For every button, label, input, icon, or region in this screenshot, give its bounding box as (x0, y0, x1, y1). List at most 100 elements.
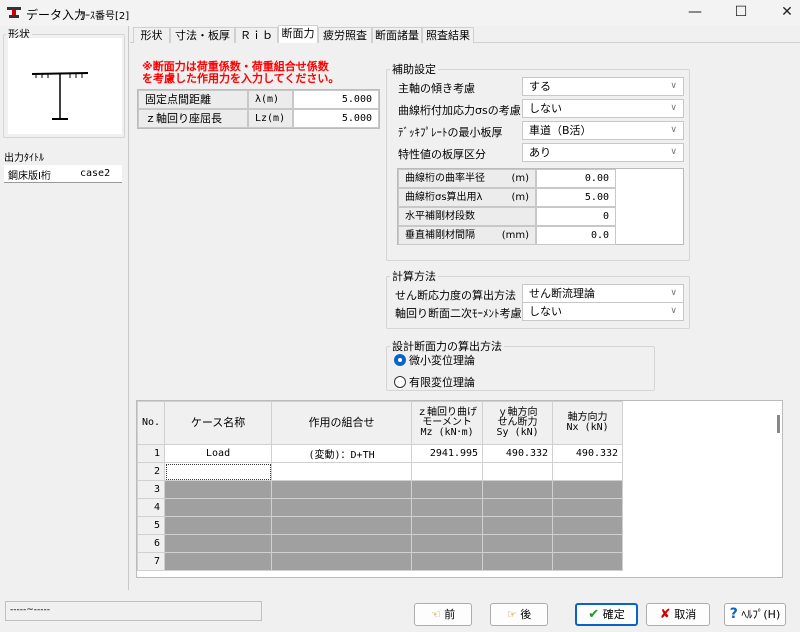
main-axis-tilt-select[interactable]: する ∨ (522, 77, 684, 96)
calc-label: 軸回り断面二次ﾓｰﾒﾝﾄ考慮 (395, 307, 522, 320)
force-grid: No. ケース名称 作用の組合せ ｚ軸回り曲げ モーメント Mz (kN･m) ｙ軸… (136, 400, 783, 578)
sy-cell[interactable] (482, 462, 554, 481)
fixed-point-distance-input[interactable]: 5.000 (293, 90, 379, 109)
table-row: 1 Load (変動)：D+TH 2941.995 490.332 490.33… (137, 444, 624, 463)
buckling-row: 固定点間距離 λ(m) 5.000 (138, 90, 379, 109)
case-name-cell[interactable]: Load (164, 444, 273, 463)
shape-preview (8, 38, 122, 134)
calc-method-title: 計算方法 (390, 268, 438, 284)
chevron-down-icon: ∨ (670, 306, 677, 316)
table-row: 2 (137, 462, 624, 481)
help-button[interactable]: ? ﾍﾙﾌﾟ(H) (724, 603, 786, 626)
next-button[interactable]: ☞ 後 (490, 603, 548, 626)
aux-settings-title: 補助設定 (390, 61, 438, 77)
radio-unchecked-icon (394, 376, 406, 388)
radio-finite-displacement[interactable]: 有限変位理論 (394, 374, 475, 390)
aux-label: ﾃﾞｯｷﾌﾟﾚｰﾄの最小板厚 (398, 126, 503, 139)
select-value: する (529, 80, 551, 93)
aux-grid: 曲線桁の曲率半径 (m) 0.00 曲線桁σs算出用λ (m) 5.00 水平補剛材段数… (397, 168, 684, 245)
output-title-label: 出力ﾀｲﾄﾙ (4, 153, 44, 164)
select-value: 車道（B活） (529, 124, 592, 137)
header-combination: 作用の組合せ (271, 401, 413, 445)
table-row: 6 (137, 534, 624, 553)
warning-note: ※断面力は荷重係数・荷重組合せ係数 を考慮した作用力を入力してください。 (142, 61, 339, 85)
buckling-row: ｚ軸回り座屈長 Lz(m) 5.000 (138, 109, 379, 128)
second-moment-select[interactable]: しない ∨ (522, 302, 684, 321)
table-row: 4 (137, 498, 624, 517)
curved-stress-select[interactable]: しない ∨ (522, 99, 684, 118)
check-icon: ✔ (588, 607, 600, 622)
girder-shape-icon (31, 72, 89, 120)
status-field: -----~----- (5, 601, 262, 621)
close-button[interactable]: ✕ (764, 0, 800, 26)
case-name-cell[interactable] (164, 462, 273, 481)
chevron-down-icon: ∨ (670, 147, 677, 157)
combination-cell[interactable] (271, 462, 413, 481)
cancel-button[interactable]: ✘ 取消 (646, 603, 710, 626)
tab-section-force[interactable]: 断面力 (278, 25, 318, 43)
nx-cell[interactable] (552, 462, 624, 481)
header-sy: ｙ軸方向 せん断力 Sy (kN) (482, 401, 554, 445)
header-mz: ｚ軸回り曲げ モーメント Mz (kN･m) (411, 401, 484, 445)
sigma-lambda-input[interactable]: 5.00 (536, 188, 616, 207)
tab-shape[interactable]: 形状 (133, 27, 170, 43)
hand-left-icon: ☜ (430, 608, 441, 621)
chevron-down-icon: ∨ (670, 103, 677, 113)
buckling-length-input[interactable]: 5.000 (293, 109, 379, 128)
tab-dimensions[interactable]: 寸法・板厚 (170, 27, 235, 43)
maximize-button[interactable]: ☐ (718, 0, 764, 26)
prev-button[interactable]: ☜ 前 (414, 603, 472, 626)
radio-checked-icon (394, 354, 406, 366)
app-icon (6, 5, 22, 19)
tab-results[interactable]: 照査結果 (422, 27, 474, 43)
select-value: せん断流理論 (529, 287, 595, 300)
grid-header: No. ケース名称 作用の組合せ ｚ軸回り曲げ モーメント Mz (kN･m) ｙ軸… (137, 401, 624, 445)
mz-cell[interactable] (411, 462, 484, 481)
ok-button[interactable]: ✔ 確定 (575, 603, 638, 626)
question-icon: ? (729, 606, 738, 622)
buckling-table: 固定点間距離 λ(m) 5.000 ｚ軸回り座屈長 Lz(m) 5.000 (137, 89, 380, 129)
aux-grid-rows: 曲線桁の曲率半径 (m) 0.00 曲線桁σs算出用λ (m) 5.00 水平補剛材段数… (398, 169, 616, 245)
aux-label: 曲線桁付加応力σsの考慮 (398, 104, 521, 117)
tab-section-properties[interactable]: 断面諸量 (372, 27, 422, 43)
radio-label: 有限変位理論 (409, 376, 475, 389)
aux-label: 主軸の傾き考慮 (398, 82, 475, 95)
combination-cell[interactable]: (変動)：D+TH (271, 444, 413, 463)
chevron-down-icon: ∨ (670, 81, 677, 91)
mz-cell[interactable]: 2941.995 (411, 444, 484, 463)
radio-small-displacement[interactable]: 微小変位理論 (394, 352, 475, 368)
deck-plate-thickness-select[interactable]: 車道（B活） ∨ (522, 121, 684, 140)
table-row: 3 (137, 480, 624, 499)
left-panel: 形状 出力ﾀｲﾄﾙ 鋼床版I桁 case2 (0, 26, 129, 590)
aux-grid-row: 曲線桁の曲率半径 (m) 0.00 (398, 169, 616, 188)
nx-cell[interactable]: 490.332 (552, 444, 624, 463)
aux-label: 特性値の板厚区分 (398, 148, 486, 161)
shear-method-select[interactable]: せん断流理論 ∨ (522, 284, 684, 303)
vertical-stiffener-spacing-input[interactable]: 0.0 (536, 226, 616, 245)
chevron-down-icon: ∨ (670, 125, 677, 135)
output-title-field[interactable]: 鋼床版I桁 case2 (4, 165, 122, 183)
minimize-button[interactable]: — (672, 0, 718, 26)
chevron-down-icon: ∨ (670, 288, 677, 298)
curvature-radius-input[interactable]: 0.00 (536, 169, 616, 188)
calc-label: せん断応力度の算出方法 (395, 289, 516, 302)
tab-fatigue[interactable]: 疲労照査 (318, 27, 372, 43)
header-nx: 軸方向力 Nx (kN) (552, 401, 624, 445)
tab-rib[interactable]: Ｒｉｂ (235, 27, 278, 43)
header-case-name: ケース名称 (164, 401, 273, 445)
table-row: 5 (137, 516, 624, 535)
hand-right-icon: ☞ (506, 608, 517, 621)
select-value: しない (529, 305, 562, 318)
thickness-class-select[interactable]: あり ∨ (522, 143, 684, 162)
table-row: 7 (137, 552, 624, 571)
aux-grid-row: 水平補剛材段数 0 (398, 207, 616, 226)
window-title: データ入力 (26, 8, 87, 22)
sy-cell[interactable]: 490.332 (482, 444, 554, 463)
horizontal-stiffener-count-input[interactable]: 0 (536, 207, 616, 226)
aux-grid-row: 曲線桁σs算出用λ (m) 5.00 (398, 188, 616, 207)
vertical-scrollbar[interactable] (777, 415, 780, 433)
radio-label: 微小変位理論 (409, 354, 475, 367)
warning-line-2: を考慮した作用力を入力してください。 (142, 72, 340, 85)
case-number: ｹｰｽ番号[2] (80, 11, 130, 22)
title-bar: データ入力 ｹｰｽ番号[2] — ☐ ✕ (0, 0, 800, 26)
